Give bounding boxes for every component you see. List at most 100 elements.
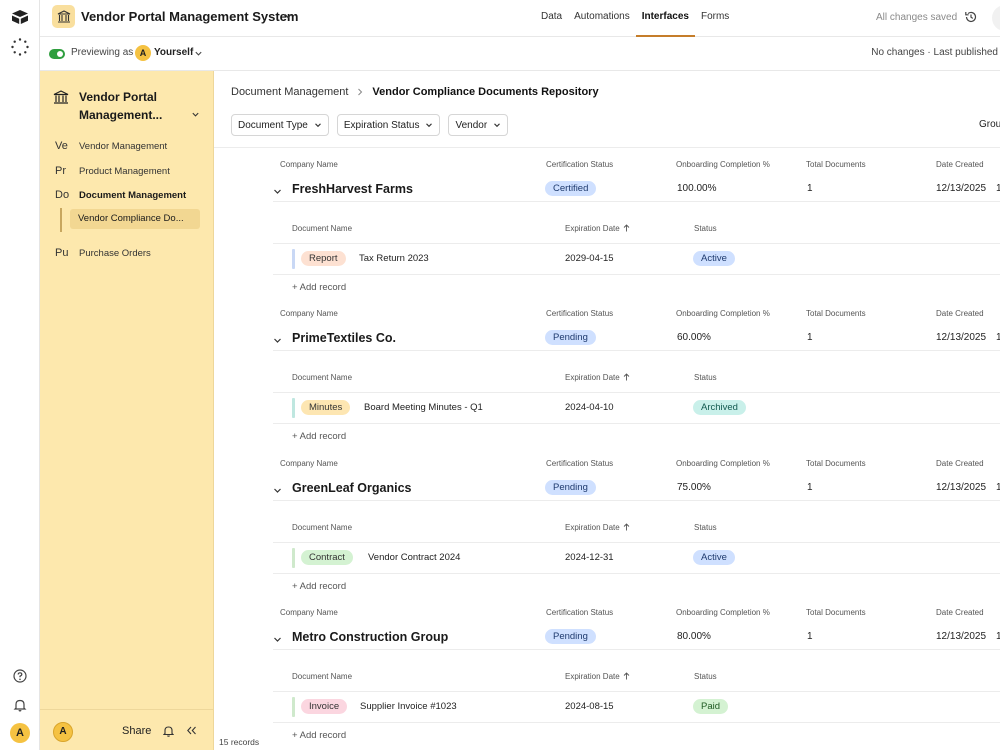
preview-user-select[interactable]: Yourself (154, 47, 193, 58)
column-header-status[interactable]: Status (694, 224, 717, 233)
group-button[interactable]: Grou (979, 119, 1000, 130)
nav-forms[interactable]: Forms (695, 0, 735, 37)
filter-bar: Document Type Expiration Status Vendor (231, 114, 509, 136)
group-company-name[interactable]: Metro Construction Group (292, 630, 448, 644)
user-avatar[interactable]: A (10, 723, 30, 743)
group-company-name[interactable]: FreshHarvest Farms (292, 182, 413, 196)
sidebar-subitem-vendor-compliance[interactable]: Vendor Compliance Do... (70, 209, 200, 229)
notifications-icon[interactable] (163, 725, 174, 737)
share-button[interactable]: Share (122, 725, 151, 737)
publish-button[interactable] (992, 5, 1000, 31)
column-header-total[interactable]: Total Documents (806, 309, 866, 318)
column-header-status[interactable]: Status (694, 672, 717, 681)
divider (273, 500, 1000, 501)
column-header-created[interactable]: Date Created (936, 309, 984, 318)
column-header-cert[interactable]: Certification Status (546, 309, 613, 318)
notifications-icon[interactable] (13, 698, 27, 712)
chevron-down-icon[interactable] (283, 11, 293, 21)
nav-automations[interactable]: Automations (568, 0, 636, 37)
record-group: Company Name Certification Status Onboar… (214, 456, 1000, 606)
column-header-cert[interactable]: Certification Status (546, 459, 613, 468)
breadcrumb-parent[interactable]: Document Management (231, 86, 348, 98)
sort-ascending-icon[interactable] (623, 224, 630, 232)
divider (273, 573, 1000, 574)
chevron-down-icon[interactable] (194, 49, 203, 58)
preview-avatar[interactable]: A (135, 45, 151, 61)
column-header-cert[interactable]: Certification Status (546, 160, 613, 169)
sidebar-item-document-management[interactable]: Do Document Management (55, 185, 205, 205)
document-name[interactable]: Supplier Invoice #1023 (360, 701, 457, 712)
column-header-document-name[interactable]: Document Name (292, 224, 352, 233)
sort-ascending-icon[interactable] (623, 672, 630, 680)
column-header-expiration[interactable]: Expiration Date (565, 523, 630, 532)
document-type-badge: Report (301, 251, 346, 266)
column-header-status[interactable]: Status (694, 373, 717, 382)
chevron-down-icon[interactable] (191, 110, 200, 119)
sidebar-item-abbr: Ve (55, 140, 68, 152)
add-record-button[interactable]: + Add record (292, 581, 346, 592)
filter-vendor[interactable]: Vendor (448, 114, 509, 136)
column-header-company[interactable]: Company Name (280, 160, 338, 169)
column-header-total[interactable]: Total Documents (806, 608, 866, 617)
add-record-button[interactable]: + Add record (292, 431, 346, 442)
filter-expiration-status[interactable]: Expiration Status (336, 114, 441, 136)
column-header-onboarding[interactable]: Onboarding Completion % (676, 459, 770, 468)
onboarding-value: 75.00% (677, 482, 711, 493)
chevron-right-icon (358, 88, 363, 96)
nav-data[interactable]: Data (535, 0, 568, 37)
column-header-cert[interactable]: Certification Status (546, 608, 613, 617)
column-header-label: Expiration Date (565, 672, 620, 681)
sidebar-item-vendor-management[interactable]: Ve Vendor Management (55, 136, 205, 156)
sidebar-title[interactable]: Vendor Portal Management... (79, 88, 191, 124)
column-header-document-name[interactable]: Document Name (292, 523, 352, 532)
sidebar-item-product-management[interactable]: Pr Product Management (55, 161, 205, 181)
column-header-company[interactable]: Company Name (280, 608, 338, 617)
onboarding-value: 80.00% (677, 631, 711, 642)
add-record-button[interactable]: + Add record (292, 730, 346, 741)
column-header-created[interactable]: Date Created (936, 608, 984, 617)
column-header-expiration[interactable]: Expiration Date (565, 224, 630, 233)
column-header-document-name[interactable]: Document Name (292, 672, 352, 681)
column-header-created[interactable]: Date Created (936, 160, 984, 169)
document-name[interactable]: Board Meeting Minutes - Q1 (364, 402, 483, 413)
document-name[interactable]: Tax Return 2023 (359, 253, 429, 264)
sidebar-item-abbr: Pr (55, 165, 66, 177)
preview-label: Previewing as (71, 47, 134, 58)
help-icon[interactable] (13, 669, 27, 683)
chevron-down-icon[interactable] (273, 336, 282, 345)
expiration-date: 2024-04-10 (565, 402, 614, 413)
chevron-down-icon[interactable] (273, 635, 282, 644)
sidebar-item-purchase-orders[interactable]: Pu Purchase Orders (55, 243, 205, 263)
workspace-icon[interactable] (11, 38, 29, 56)
column-header-status[interactable]: Status (694, 523, 717, 532)
chevron-down-icon[interactable] (273, 187, 282, 196)
collapse-sidebar-icon[interactable] (186, 725, 197, 736)
add-record-button[interactable]: + Add record (292, 282, 346, 293)
column-header-company[interactable]: Company Name (280, 309, 338, 318)
preview-toggle[interactable] (49, 49, 65, 59)
column-header-created[interactable]: Date Created (936, 459, 984, 468)
group-company-name[interactable]: GreenLeaf Organics (292, 481, 412, 495)
column-header-onboarding[interactable]: Onboarding Completion % (676, 608, 770, 617)
sidebar-avatar[interactable]: A (53, 722, 73, 742)
nav-interfaces[interactable]: Interfaces (635, 0, 695, 37)
column-header-total[interactable]: Total Documents (806, 459, 866, 468)
column-header-onboarding[interactable]: Onboarding Completion % (676, 309, 770, 318)
column-header-onboarding[interactable]: Onboarding Completion % (676, 160, 770, 169)
column-header-expiration[interactable]: Expiration Date (565, 373, 630, 382)
app-logo-icon[interactable] (11, 9, 29, 25)
history-icon[interactable] (964, 10, 978, 24)
filter-document-type[interactable]: Document Type (231, 114, 329, 136)
sort-ascending-icon[interactable] (623, 523, 630, 531)
app-title[interactable]: Vendor Portal Management System (81, 9, 298, 24)
document-name[interactable]: Vendor Contract 2024 (368, 552, 460, 563)
sidebar-item-abbr: Pu (55, 247, 69, 259)
column-header-expiration[interactable]: Expiration Date (565, 672, 630, 681)
column-header-total[interactable]: Total Documents (806, 160, 866, 169)
preview-bar: Previewing as A Yourself No changes · La… (40, 37, 1000, 71)
column-header-document-name[interactable]: Document Name (292, 373, 352, 382)
chevron-down-icon[interactable] (273, 486, 282, 495)
column-header-company[interactable]: Company Name (280, 459, 338, 468)
group-company-name[interactable]: PrimeTextiles Co. (292, 331, 396, 345)
sort-ascending-icon[interactable] (623, 373, 630, 381)
